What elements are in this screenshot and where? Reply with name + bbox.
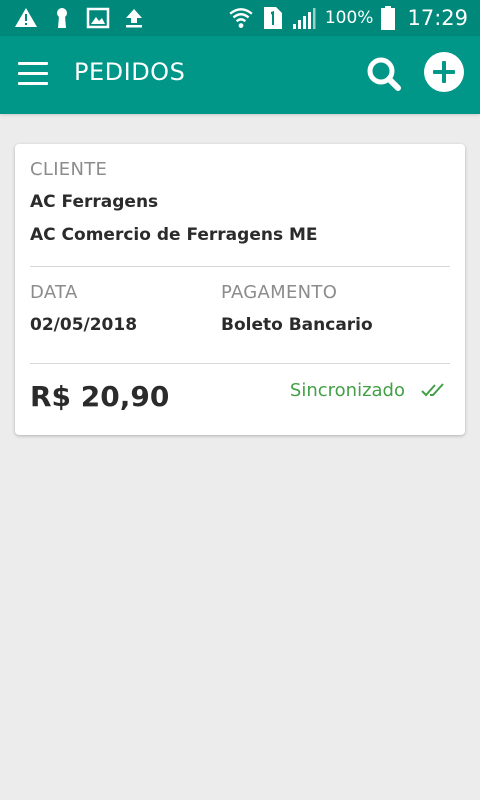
keyhole-icon xyxy=(57,8,67,28)
status-bar-system: 100% 17:29 xyxy=(227,4,468,32)
pagamento-value: Boleto Bancario xyxy=(221,315,373,335)
wifi-icon xyxy=(229,8,253,28)
order-card[interactable]: CLIENTE AC Ferragens AC Comercio de Ferr… xyxy=(15,144,465,435)
cliente-fantasia: AC Ferragens xyxy=(30,192,159,212)
divider xyxy=(30,266,450,267)
status-bar-notifications xyxy=(14,5,146,31)
cliente-razao-social: AC Comercio de Ferragens ME xyxy=(30,225,318,245)
clock: 17:29 xyxy=(407,6,468,30)
battery-icon xyxy=(381,6,396,30)
page-title: PEDIDOS xyxy=(74,58,186,86)
sync-status: Sincronizado xyxy=(289,380,405,401)
data-label: DATA xyxy=(30,282,78,303)
sim-1-icon xyxy=(263,7,282,29)
add-circle-icon[interactable] xyxy=(424,52,464,92)
battery-percent: 100% xyxy=(324,8,374,28)
status-bar: 100% 17:29 xyxy=(0,0,480,36)
cliente-label: CLIENTE xyxy=(30,159,108,180)
signal-icon xyxy=(292,8,316,29)
divider xyxy=(30,363,450,364)
image-icon xyxy=(86,7,110,29)
app-toolbar: PEDIDOS xyxy=(0,36,480,114)
double-check-icon xyxy=(421,383,444,397)
menu-icon[interactable] xyxy=(18,62,48,86)
pagamento-label: PAGAMENTO xyxy=(221,282,338,303)
search-icon[interactable] xyxy=(364,54,404,94)
warning-icon xyxy=(15,8,37,27)
upload-icon xyxy=(126,9,142,28)
order-total: R$ 20,90 xyxy=(30,380,170,413)
data-value: 02/05/2018 xyxy=(30,315,138,335)
